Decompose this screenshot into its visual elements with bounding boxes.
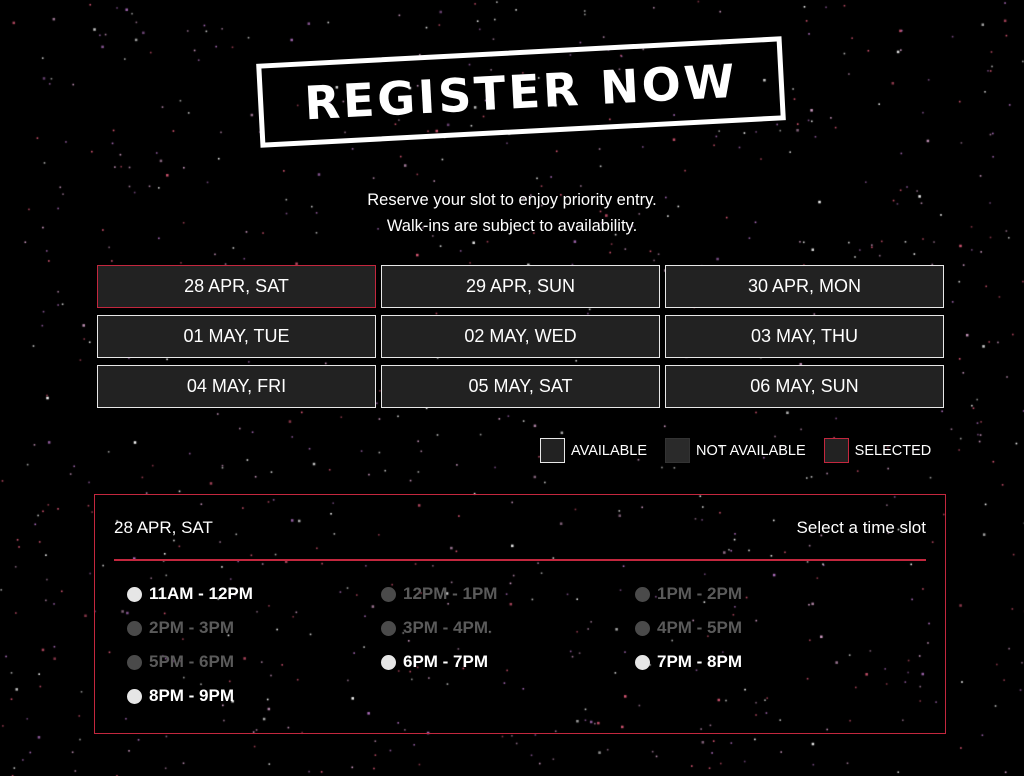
legend-selected: SELECTED [823, 438, 932, 463]
register-page: REGISTER NOW Reserve your slot to enjoy … [0, 0, 1024, 776]
time-slot[interactable]: 6PM - 7PM [381, 651, 635, 673]
radio-dot-icon [381, 620, 396, 636]
date-button[interactable]: 30 APR, MON [665, 265, 944, 308]
date-button[interactable]: 01 MAY, TUE [97, 315, 376, 358]
time-slot: 1PM - 2PM [635, 583, 889, 605]
legend-not-available-label: NOT AVAILABLE [696, 442, 806, 459]
selected-date-label: 28 APR, SAT [114, 518, 213, 537]
radio-dot-icon [635, 586, 650, 602]
time-slot: 12PM - 1PM [381, 583, 635, 605]
time-slot: 2PM - 3PM [127, 617, 381, 639]
radio-dot-icon [381, 654, 396, 670]
time-slot-label: 12PM - 1PM [403, 584, 498, 603]
date-button[interactable]: 03 MAY, THU [665, 315, 944, 358]
radio-dot-icon [635, 654, 650, 670]
divider [114, 559, 926, 561]
time-slot-label: 11AM - 12PM [149, 584, 253, 603]
not-available-swatch-icon [665, 438, 691, 463]
subtitle-line-1: Reserve your slot to enjoy priority entr… [367, 191, 657, 209]
time-slot-label: 3PM - 4PM [403, 618, 489, 637]
time-slot: 3PM - 4PM [381, 617, 635, 639]
time-slot[interactable]: 7PM - 8PM [635, 651, 889, 673]
date-button[interactable]: 05 MAY, SAT [381, 365, 660, 408]
radio-dot-icon [127, 654, 142, 670]
availability-legend: AVAILABLE NOT AVAILABLE SELECTED [540, 438, 931, 463]
time-slot: 5PM - 6PM [127, 651, 381, 673]
legend-selected-label: SELECTED [854, 442, 932, 459]
subtitle-line-2: Walk-ins are subject to availability. [386, 217, 638, 235]
date-selector: 28 APR, SAT 29 APR, SUN 30 APR, MON 01 M… [97, 265, 944, 408]
radio-dot-icon [127, 586, 142, 602]
page-title: REGISTER NOW [303, 53, 739, 131]
radio-dot-icon [127, 620, 142, 636]
time-slot-label: 5PM - 6PM [149, 652, 235, 671]
radio-dot-icon [127, 688, 142, 704]
time-slot-label: 6PM - 7PM [403, 652, 489, 671]
radio-dot-icon [381, 586, 396, 602]
time-slot: 4PM - 5PM [635, 617, 889, 639]
time-slot-label: 4PM - 5PM [657, 618, 743, 637]
selected-swatch-icon [823, 438, 849, 463]
radio-dot-icon [635, 620, 650, 636]
date-button[interactable]: 02 MAY, WED [381, 315, 660, 358]
date-button[interactable]: 28 APR, SAT [97, 265, 376, 308]
time-slot-grid: 11AM - 12PM 12PM - 1PM 1PM - 2PM 2PM - 3… [127, 583, 889, 707]
time-slot-label: 8PM - 9PM [149, 686, 235, 705]
legend-not-available: NOT AVAILABLE [665, 438, 806, 463]
date-button[interactable]: 06 MAY, SUN [665, 365, 944, 408]
time-slot[interactable]: 11AM - 12PM [127, 583, 381, 605]
time-slot-panel: 28 APR, SAT Select a time slot 11AM - 12… [94, 494, 946, 734]
time-slot-label: 2PM - 3PM [149, 618, 235, 637]
date-button[interactable]: 29 APR, SUN [381, 265, 660, 308]
date-button[interactable]: 04 MAY, FRI [97, 365, 376, 408]
time-slot-hint: Select a time slot [796, 518, 926, 537]
time-slot-label: 1PM - 2PM [657, 584, 743, 603]
legend-available-label: AVAILABLE [571, 442, 648, 459]
available-swatch-icon [540, 438, 565, 463]
legend-available: AVAILABLE [540, 438, 647, 463]
time-slot[interactable]: 8PM - 9PM [127, 685, 381, 707]
register-title-frame: REGISTER NOW [256, 36, 786, 148]
time-slot-label: 7PM - 8PM [657, 652, 743, 671]
